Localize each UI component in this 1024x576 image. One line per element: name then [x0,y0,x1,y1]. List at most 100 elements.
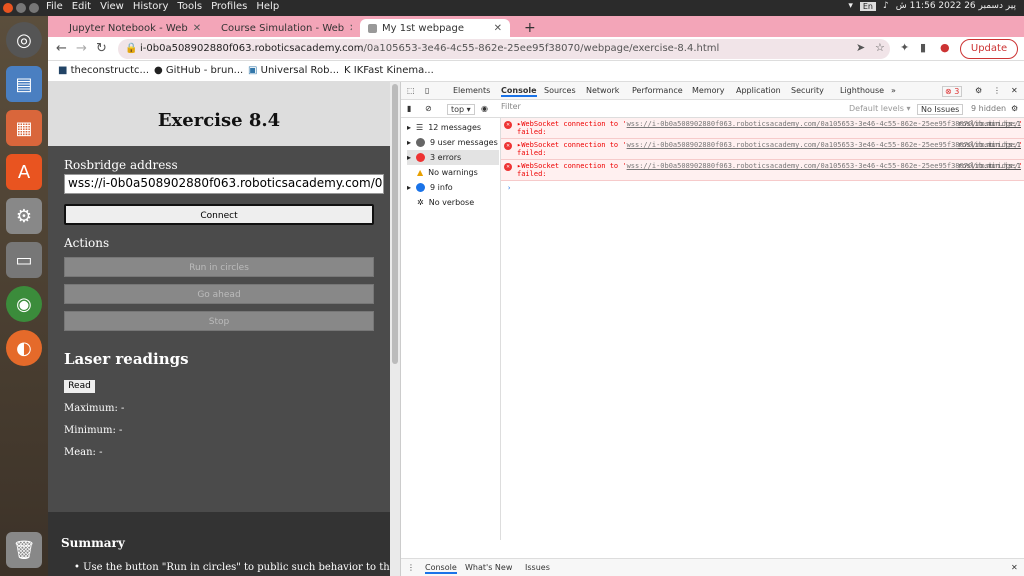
console-settings-icon[interactable]: ⚙ [1011,104,1018,113]
drawer-tab-issues[interactable]: Issues [525,563,550,572]
inspect-icon[interactable]: ⬚ [407,86,415,95]
go-ahead-button[interactable]: Go ahead [64,284,374,304]
close-devtools-icon[interactable]: ✕ [1011,86,1018,95]
menu-file[interactable]: File [46,1,63,12]
drawer-tab-console[interactable]: Console [425,563,457,574]
log-levels-dropdown[interactable]: Default levels ▾ [849,104,911,113]
source-link[interactable]: roslib.min.js:1 [958,141,1021,149]
close-drawer-icon[interactable]: ✕ [1011,563,1018,572]
page-scrollbar[interactable] [390,82,400,576]
lock-icon[interactable]: 🔒 [125,39,137,59]
bookmark-theconstruct[interactable]: ■ theconstructc... [58,65,149,76]
tab-my-webpage[interactable]: My 1st webpage ✕ [360,19,510,37]
minimize-window-icon[interactable] [16,3,26,13]
tab-elements[interactable]: Elements [453,86,490,95]
hidden-count: 9 hidden [971,104,1007,113]
drawer-tab-whats-new[interactable]: What's New [465,563,512,572]
drawer-menu-icon[interactable]: ⋮ [407,563,415,572]
bookmark-star-icon[interactable]: ☆ [875,41,885,54]
address-bar[interactable]: 🔒 i-0b0a508902880f063.roboticsacademy.co… [118,39,890,59]
menu-edit[interactable]: Edit [72,1,91,12]
sidebar-errors[interactable]: ▸ 3 errors [407,150,499,165]
sidebar-info[interactable]: ▸ 9 info [407,180,499,195]
tab-network[interactable]: Network [586,86,619,95]
console-prompt[interactable]: › [501,181,1024,195]
console-error-row[interactable]: ✕ ▸WebSocket connection to 'wss://i-0b0a… [501,139,1024,160]
settings-icon[interactable]: ⚙ [6,198,42,234]
bookmark-universal-robots[interactable]: ▣ Universal Rob... [248,65,339,76]
maximize-window-icon[interactable] [29,3,39,13]
stop-button[interactable]: Stop [64,311,374,331]
trash-icon[interactable]: 🗑 [6,532,42,568]
source-link[interactable]: roslib.min.js:1 [958,162,1021,170]
tab-performance[interactable]: Performance [632,86,683,95]
close-tab-icon[interactable]: ✕ [193,23,200,34]
console-filter-input[interactable]: Filter [501,102,841,115]
menu-tools[interactable]: Tools [177,1,202,12]
close-tab-icon[interactable]: ✕ [349,23,352,34]
firefox-icon[interactable]: ◐ [6,330,42,366]
menu-history[interactable]: History [133,1,169,12]
chrome-icon[interactable]: ◉ [6,286,42,322]
writer-icon[interactable]: ▤ [6,66,42,102]
menu-profiles[interactable]: Profiles [211,1,247,12]
profile-icon[interactable]: ● [940,41,950,54]
summary-section: Summary • Use the button "Run in circles… [48,512,426,576]
menu-view[interactable]: View [100,1,124,12]
forward-icon[interactable]: → [76,41,87,56]
expand-icon: ▸ [407,183,412,192]
tab-sources[interactable]: Sources [544,86,576,95]
tab-jupyter[interactable]: Jupyter Notebook - Web ✕ [56,19,200,37]
menu-help[interactable]: Help [256,1,279,12]
context-selector[interactable]: top ▾ [447,104,475,115]
sidebar-user-messages[interactable]: ▸ 9 user messages [407,135,499,150]
sidebar-toggle-icon[interactable]: ▮ [407,104,411,113]
console-error-row[interactable]: ✕ ▸WebSocket connection to 'wss://i-0b0a… [501,160,1024,181]
rosbridge-address-input[interactable]: wss://i-0b0a508902880f063.roboticsacadem… [64,174,384,194]
extensions-icon[interactable]: ✦ [900,41,909,54]
device-toggle-icon[interactable]: ▯ [425,86,429,95]
source-link[interactable]: roslib.min.js:1 [958,120,1021,128]
files-icon[interactable]: ▭ [6,242,42,278]
sidebar-verbose[interactable]: ✲ No verbose [407,195,499,210]
language-indicator[interactable]: En [859,1,876,11]
sidebar-warnings[interactable]: ▲ No warnings [407,165,499,180]
console-error-row[interactable]: ✕ ▸WebSocket connection to 'wss://i-0b0a… [501,118,1024,139]
scrollbar-thumb[interactable] [392,84,398,364]
side-panel-icon[interactable]: ▮ [920,41,926,54]
tab-memory[interactable]: Memory [692,86,725,95]
impress-icon[interactable]: ▦ [6,110,42,146]
tab-lighthouse[interactable]: Lighthouse [840,86,884,95]
reload-icon[interactable]: ↻ [96,41,107,56]
update-button[interactable]: Update [960,39,1018,59]
bookmark-github[interactable]: ● GitHub - brun... [154,65,243,76]
clock[interactable]: پیر دسمبر 26 2022 11:56 ش [896,1,1016,11]
network-icon[interactable]: ▾ [848,1,853,11]
software-center-icon[interactable]: A [6,154,42,190]
more-tabs-icon[interactable]: » [891,86,896,95]
clear-console-icon[interactable]: ⊘ [425,104,432,113]
volume-icon[interactable]: ♪ [883,1,889,11]
read-button[interactable]: Read [64,380,95,393]
close-tab-icon[interactable]: ✕ [494,23,502,34]
bookmark-ikfast[interactable]: K IKFast Kinema... [344,65,434,76]
error-count-badge[interactable]: ⊗ 3 [942,86,963,97]
new-tab-button[interactable]: + [516,19,544,37]
close-window-icon[interactable] [3,3,13,13]
issues-button[interactable]: No Issues [917,104,964,115]
verbose-icon: ✲ [417,198,424,207]
tab-course-simulation[interactable]: Course Simulation - Web ✕ [208,19,352,37]
settings-gear-icon[interactable]: ⚙ [975,86,982,95]
tab-application[interactable]: Application [736,86,781,95]
sidebar-messages[interactable]: ▸ ☰ 12 messages [407,120,499,135]
send-icon[interactable]: ➤ [856,41,865,54]
tab-console[interactable]: Console [501,86,537,97]
ubuntu-icon[interactable]: ◎ [6,22,42,58]
eye-icon[interactable]: ◉ [481,104,488,113]
back-icon[interactable]: ← [56,41,67,56]
run-in-circles-button[interactable]: Run in circles [64,257,374,277]
summary-list-item: • Use the button "Run in circles" to pub… [74,562,427,573]
connect-button[interactable]: Connect [64,204,374,225]
tab-security[interactable]: Security [791,86,824,95]
more-options-icon[interactable]: ⋮ [993,86,1001,95]
